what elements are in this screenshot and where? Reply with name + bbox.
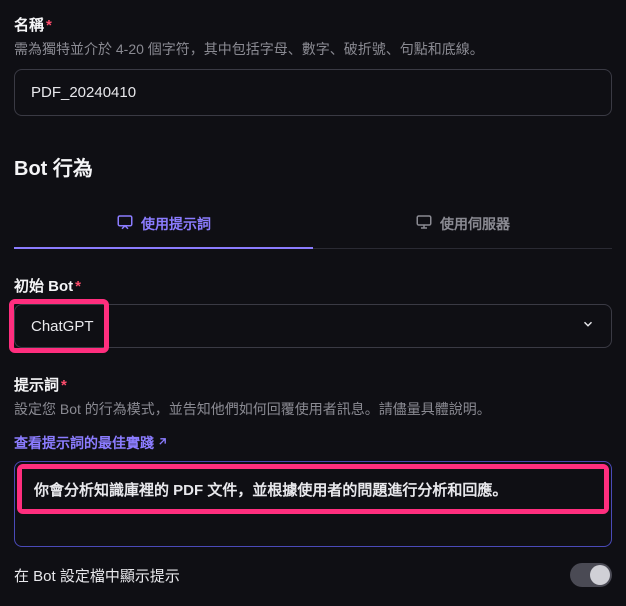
prompt-label: 提示詞*	[14, 374, 612, 395]
name-input[interactable]	[14, 69, 612, 116]
tab-server-label: 使用伺服器	[440, 214, 510, 234]
show-prompt-toggle-label: 在 Bot 設定檔中顯示提示	[14, 565, 180, 586]
behavior-section-title: Bot 行為	[14, 152, 612, 181]
chat-icon	[116, 213, 134, 234]
initial-bot-value: ChatGPT	[31, 318, 94, 335]
prompt-hint: 設定您 Bot 的行為模式，並告知他們如何回覆使用者訊息。請儘量具體說明。	[14, 399, 612, 419]
toggle-knob	[590, 565, 610, 585]
best-practices-link[interactable]: 查看提示詞的最佳實踐	[14, 433, 169, 453]
name-hint: 需為獨特並介於 4-20 個字符，其中包括字母、數字、破折號、句點和底線。	[14, 39, 612, 59]
prompt-textarea[interactable]: 你會分析知識庫裡的 PDF 文件，並根據使用者的問題進行分析和回應。	[22, 469, 604, 509]
name-label: 名稱*	[14, 14, 612, 35]
required-asterisk: *	[61, 377, 67, 394]
required-asterisk: *	[46, 17, 52, 34]
external-link-icon	[156, 435, 169, 451]
highlight-annotation: 你會分析知識庫裡的 PDF 文件，並根據使用者的問題進行分析和回應。	[17, 464, 609, 514]
initial-bot-select[interactable]: ChatGPT	[14, 304, 612, 348]
tab-prompt[interactable]: 使用提示詞	[14, 199, 313, 248]
link-label: 查看提示詞的最佳實踐	[14, 433, 154, 453]
prompt-textarea-container: 你會分析知識庫裡的 PDF 文件，並根據使用者的問題進行分析和回應。	[14, 461, 612, 547]
show-prompt-toggle[interactable]	[570, 563, 612, 587]
monitor-icon	[415, 213, 433, 234]
chevron-down-icon	[581, 317, 595, 335]
tab-server[interactable]: 使用伺服器	[313, 199, 612, 248]
behavior-tabs: 使用提示詞 使用伺服器	[14, 199, 612, 249]
tab-prompt-label: 使用提示詞	[141, 214, 211, 234]
initial-bot-label: 初始 Bot*	[14, 275, 612, 296]
required-asterisk: *	[75, 278, 81, 295]
